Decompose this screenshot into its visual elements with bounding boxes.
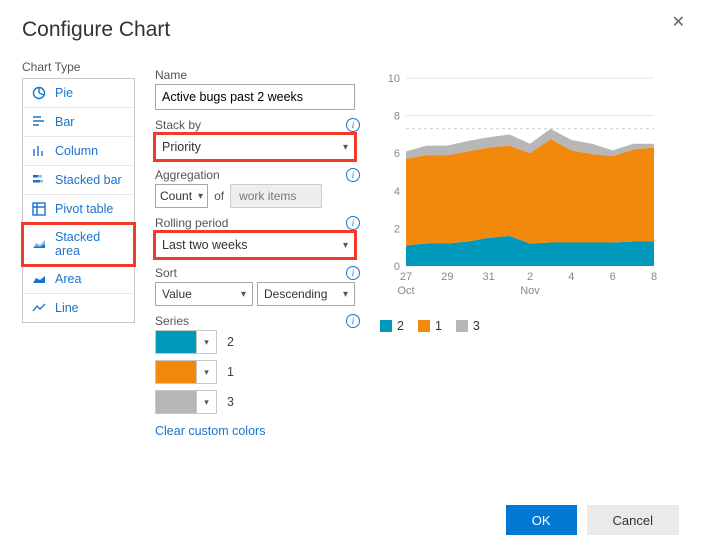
- name-label: Name: [155, 68, 187, 82]
- rolling-period-value: Last two weeks: [162, 238, 247, 252]
- chevron-down-icon: ▾: [196, 331, 216, 353]
- svg-text:8: 8: [394, 111, 400, 123]
- stacked-area-icon: [31, 236, 47, 252]
- name-input[interactable]: [155, 84, 355, 110]
- series-row: ▾3: [155, 390, 360, 414]
- chart-type-pivot-table[interactable]: Pivot table: [23, 195, 134, 224]
- rolling-period-select[interactable]: Last two weeks ▾: [155, 232, 355, 258]
- series-color-picker[interactable]: ▾: [155, 360, 217, 384]
- series-row: ▾1: [155, 360, 360, 384]
- chart-preview: 02468102729312468OctNov: [380, 70, 660, 300]
- svg-text:27: 27: [400, 271, 412, 283]
- svg-text:2: 2: [394, 223, 400, 235]
- sort-field-value: Value: [162, 287, 192, 301]
- series-name: 2: [227, 335, 234, 349]
- stack-by-label: Stack by: [155, 118, 201, 132]
- series-label: Series: [155, 314, 189, 328]
- stacked-bar-icon: [31, 172, 47, 188]
- aggregation-label: Aggregation: [155, 168, 220, 182]
- aggregation-target: work items: [230, 184, 322, 208]
- aggregation-value: Count: [160, 189, 192, 203]
- ok-button[interactable]: OK: [506, 505, 577, 535]
- svg-text:4: 4: [394, 186, 400, 198]
- chart-type-column[interactable]: Column: [23, 137, 134, 166]
- clear-custom-colors-link[interactable]: Clear custom colors: [155, 424, 360, 438]
- info-icon[interactable]: i: [346, 266, 360, 280]
- pie-icon: [31, 85, 47, 101]
- chevron-down-icon: ▾: [343, 289, 348, 300]
- chevron-down-icon: ▾: [196, 361, 216, 383]
- chart-type-stacked-bar[interactable]: Stacked bar: [23, 166, 134, 195]
- bar-icon: [31, 114, 47, 130]
- chevron-down-icon: ▾: [196, 391, 216, 413]
- info-icon[interactable]: i: [346, 314, 360, 328]
- legend-item: 2: [380, 319, 404, 333]
- chart-type-bar[interactable]: Bar: [23, 108, 134, 137]
- series-color-picker[interactable]: ▾: [155, 390, 217, 414]
- of-label: of: [214, 189, 224, 203]
- info-icon[interactable]: i: [346, 216, 360, 230]
- dialog-title: Configure Chart: [22, 18, 679, 42]
- chart-type-label: Stacked area: [55, 230, 126, 258]
- svg-text:8: 8: [651, 271, 657, 283]
- stack-by-select[interactable]: Priority ▾: [155, 134, 355, 160]
- series-row: ▾2: [155, 330, 360, 354]
- area-icon: [31, 271, 47, 287]
- info-icon[interactable]: i: [346, 118, 360, 132]
- chevron-down-icon: ▾: [198, 191, 203, 202]
- aggregation-select[interactable]: Count ▾: [155, 184, 208, 208]
- svg-text:6: 6: [610, 271, 616, 283]
- info-icon[interactable]: i: [346, 168, 360, 182]
- svg-text:Nov: Nov: [520, 285, 540, 297]
- svg-text:4: 4: [568, 271, 574, 283]
- svg-text:31: 31: [483, 271, 495, 283]
- chart-type-stacked-area[interactable]: Stacked area: [23, 224, 134, 265]
- chart-type-list: Pie Bar Column Stacked bar Pivot table Stacke…: [22, 78, 135, 323]
- series-name: 3: [227, 395, 234, 409]
- line-icon: [31, 300, 47, 316]
- chart-type-area[interactable]: Area: [23, 265, 134, 294]
- chart-type-label: Line: [55, 301, 79, 315]
- chart-type-label: Stacked bar: [55, 173, 122, 187]
- svg-text:6: 6: [394, 148, 400, 160]
- svg-text:10: 10: [388, 73, 400, 85]
- chevron-down-icon: ▾: [241, 289, 246, 300]
- sort-direction-select[interactable]: Descending ▾: [257, 282, 355, 306]
- sort-field-select[interactable]: Value ▾: [155, 282, 253, 306]
- stack-by-value: Priority: [162, 140, 201, 154]
- svg-text:Oct: Oct: [397, 285, 414, 297]
- chart-type-label: Area: [55, 272, 81, 286]
- chevron-down-icon: ▾: [343, 142, 348, 153]
- chevron-down-icon: ▾: [343, 240, 348, 251]
- column-icon: [31, 143, 47, 159]
- svg-text:29: 29: [441, 271, 453, 283]
- pivot-table-icon: [31, 201, 47, 217]
- chart-type-label: Pivot table: [55, 202, 113, 216]
- legend-item: 1: [418, 319, 442, 333]
- sort-direction-value: Descending: [264, 287, 327, 301]
- svg-text:2: 2: [527, 271, 533, 283]
- chart-type-line[interactable]: Line: [23, 294, 134, 322]
- chart-type-label: Chart Type: [22, 60, 135, 74]
- close-icon[interactable]: ✕: [672, 12, 685, 32]
- series-name: 1: [227, 365, 234, 379]
- rolling-period-label: Rolling period: [155, 216, 228, 230]
- chart-type-pie[interactable]: Pie: [23, 79, 134, 108]
- legend-item: 3: [456, 319, 480, 333]
- chart-type-label: Column: [55, 144, 98, 158]
- cancel-button[interactable]: Cancel: [587, 505, 679, 535]
- chart-type-label: Pie: [55, 86, 73, 100]
- chart-type-label: Bar: [55, 115, 74, 129]
- series-color-picker[interactable]: ▾: [155, 330, 217, 354]
- sort-label: Sort: [155, 266, 177, 280]
